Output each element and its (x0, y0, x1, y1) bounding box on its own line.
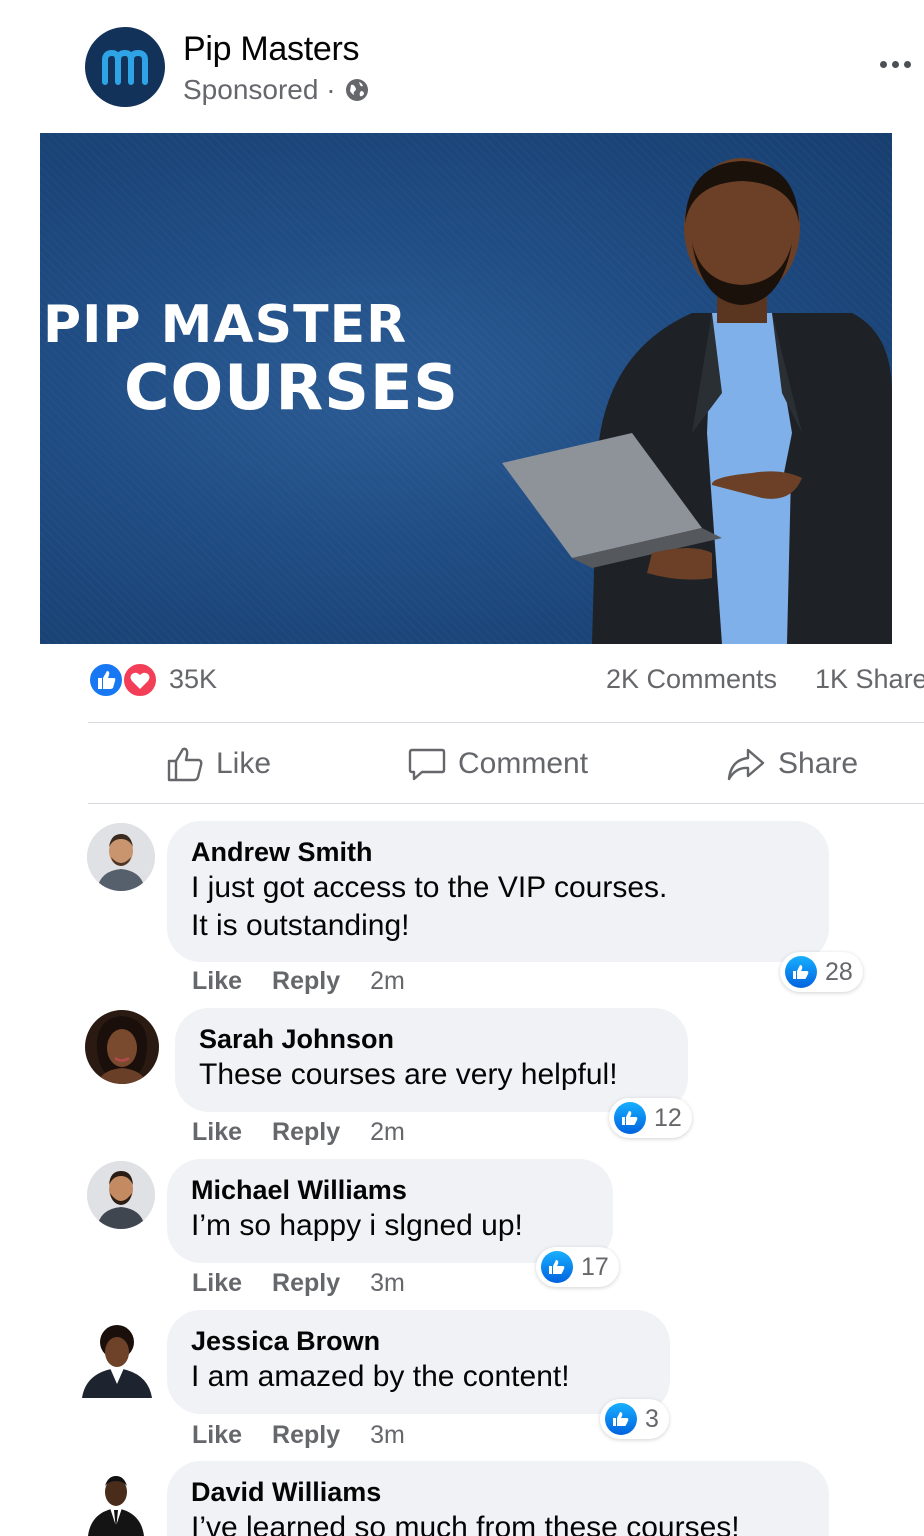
comment-like-link[interactable]: Like (192, 967, 242, 996)
comment-like-link[interactable]: Like (192, 1269, 242, 1298)
comment-actions: Like Reply 3m (192, 1269, 405, 1298)
comment-text: I’ve learned so much from these courses! (191, 1511, 740, 1536)
person-icon (87, 1161, 155, 1229)
pip-masters-logo-icon (102, 49, 148, 85)
comment-icon (408, 748, 446, 781)
commenter-avatar[interactable] (82, 1322, 152, 1398)
reaction-count[interactable]: 35K (169, 664, 217, 695)
comments-count[interactable]: 2K Comments (606, 664, 777, 695)
share-label: Share (778, 747, 859, 780)
reactions-bar: 35K 2K Comments 1K Share (88, 658, 924, 702)
commenter-name[interactable]: Andrew Smith (191, 835, 805, 869)
person-icon (85, 1010, 159, 1084)
comment-time[interactable]: 2m (370, 967, 405, 996)
comment-like-badge[interactable]: 28 (780, 952, 863, 992)
comment-bubble: David Williams I’ve learned so much from… (167, 1461, 829, 1536)
comment-time[interactable]: 3m (370, 1421, 405, 1450)
comment-text: I am amazed by the content! (191, 1360, 570, 1393)
action-bar: Like Comment Share (88, 724, 924, 804)
commenter-name[interactable]: Jessica Brown (191, 1324, 646, 1358)
more-options-icon[interactable] (880, 56, 916, 72)
comment-time[interactable]: 3m (370, 1269, 405, 1298)
comment-bubble: Sarah Johnson These courses are very hel… (175, 1008, 688, 1112)
like-button[interactable]: Like (166, 724, 271, 804)
comment-text: I’m so happy i slgned up! (191, 1209, 523, 1242)
comment-like-count: 3 (645, 1404, 659, 1433)
post-meta: Sponsored · (183, 74, 370, 106)
comment-bubble: Jessica Brown I am amazed by the content… (167, 1310, 670, 1414)
love-reaction-icon (122, 662, 158, 698)
divider (88, 722, 924, 723)
like-reaction-icon (614, 1102, 646, 1134)
post-header: Pip Masters Sponsored · (0, 0, 924, 130)
commenter-avatar[interactable] (87, 823, 155, 891)
comment-reply-link[interactable]: Reply (272, 967, 340, 996)
comment-text: I just got access to the VIP courses. (191, 871, 668, 904)
comment-label: Comment (458, 747, 589, 780)
comment-like-badge[interactable]: 3 (600, 1399, 669, 1439)
thumbs-up-icon (167, 747, 203, 782)
comment-like-link[interactable]: Like (192, 1421, 242, 1450)
comment-like-badge[interactable]: 12 (609, 1098, 692, 1138)
comment-text: These courses are very helpful! (199, 1058, 618, 1091)
commenter-name[interactable]: Sarah Johnson (199, 1022, 664, 1056)
commenter-name[interactable]: Michael Williams (191, 1173, 589, 1207)
commenter-name[interactable]: David Williams (191, 1475, 805, 1509)
ad-title-line1: PIP MASTER (43, 295, 408, 355)
comment-actions: Like Reply 2m (192, 967, 405, 996)
person-icon (82, 1325, 152, 1398)
share-button[interactable]: Share (726, 724, 858, 804)
comment-button[interactable]: Comment (408, 724, 588, 804)
globe-icon (345, 79, 368, 101)
comment-text: It is outstanding! (191, 909, 410, 942)
commenter-avatar[interactable] (87, 1161, 155, 1229)
like-reaction-icon (541, 1251, 573, 1283)
comment-time[interactable]: 2m (370, 1118, 405, 1147)
comment-like-link[interactable]: Like (192, 1118, 242, 1147)
comment-actions: Like Reply 3m (192, 1421, 405, 1450)
comment-like-count: 12 (654, 1103, 682, 1132)
person-icon (87, 823, 155, 891)
comment-reply-link[interactable]: Reply (272, 1421, 340, 1450)
shares-count[interactable]: 1K Share (815, 664, 924, 695)
comment-bubble: Andrew Smith I just got access to the VI… (167, 821, 829, 962)
comment-like-count: 17 (581, 1252, 609, 1281)
sponsored-label: Sponsored · (183, 74, 336, 105)
comment-reply-link[interactable]: Reply (272, 1269, 340, 1298)
like-label: Like (216, 747, 272, 780)
presenter-illustration (502, 158, 892, 644)
commenter-avatar[interactable] (88, 1472, 144, 1536)
like-reaction-icon (785, 956, 817, 988)
like-reaction-icon (605, 1403, 637, 1435)
ad-image[interactable]: PIP MASTER COURSES (40, 133, 892, 644)
comment-reply-link[interactable]: Reply (272, 1118, 340, 1147)
commenter-avatar[interactable] (85, 1010, 159, 1084)
comment-bubble: Michael Williams I’m so happy i slgned u… (167, 1159, 613, 1263)
reaction-icons[interactable] (88, 662, 160, 698)
comment-actions: Like Reply 2m (192, 1118, 405, 1147)
divider (88, 803, 924, 804)
person-icon (88, 1476, 144, 1536)
share-icon (727, 748, 765, 781)
page-name[interactable]: Pip Masters (183, 30, 360, 69)
like-reaction-icon (88, 662, 124, 698)
comment-like-badge[interactable]: 17 (536, 1247, 619, 1287)
page-avatar[interactable] (85, 27, 165, 107)
comment-like-count: 28 (825, 957, 853, 986)
